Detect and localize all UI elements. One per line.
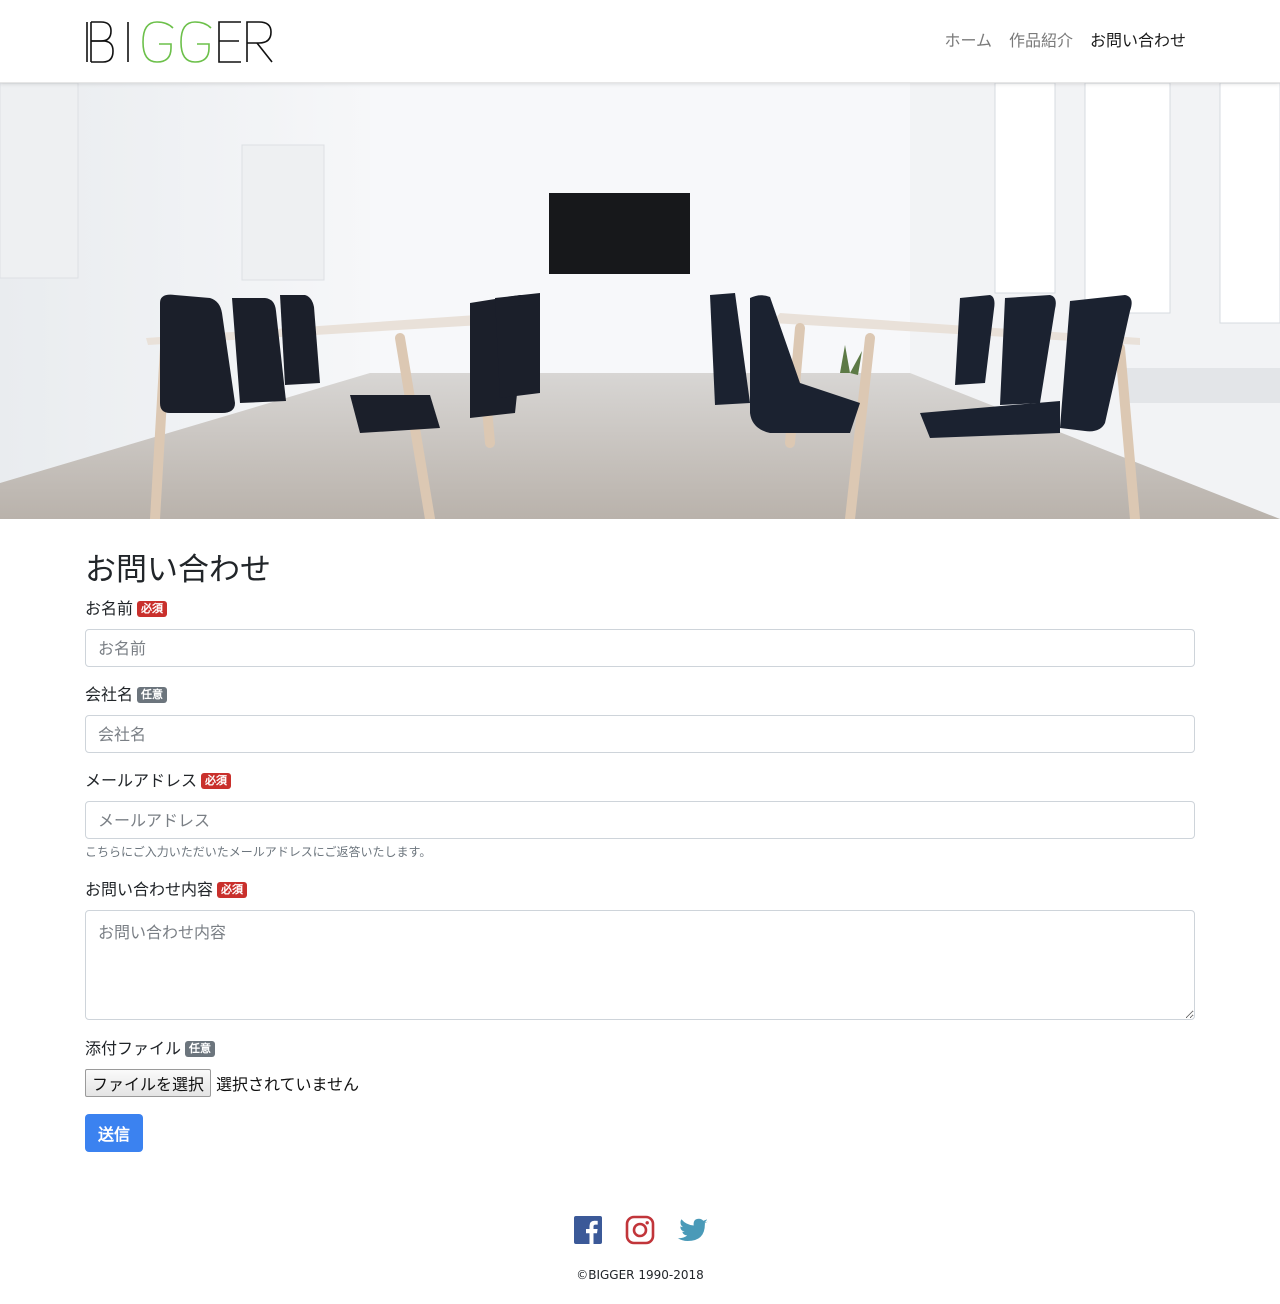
message-textarea[interactable] bbox=[85, 910, 1195, 1020]
message-label: お問い合わせ内容 必須 bbox=[85, 879, 248, 901]
nav-home[interactable]: ホーム bbox=[944, 30, 992, 52]
copyright: ©BIGGER 1990-2018 bbox=[576, 1268, 704, 1282]
required-badge: 必須 bbox=[217, 882, 248, 898]
submit-button[interactable]: 送信 bbox=[85, 1114, 144, 1152]
email-input[interactable] bbox=[85, 801, 1195, 839]
email-label: メールアドレス 必須 bbox=[85, 770, 232, 792]
name-label: お名前 必須 bbox=[85, 598, 168, 620]
hero-image bbox=[0, 83, 1280, 519]
facebook-icon[interactable] bbox=[573, 1215, 603, 1245]
optional-badge: 任意 bbox=[185, 1041, 216, 1057]
main-nav: ホーム 作品紹介 お問い合わせ bbox=[944, 30, 1186, 52]
file-input: ファイルを選択 選択されていません bbox=[85, 1069, 359, 1097]
company-label: 会社名 任意 bbox=[85, 684, 168, 706]
name-label-text: お名前 bbox=[85, 599, 134, 618]
site-header: ホーム 作品紹介 お問い合わせ bbox=[0, 0, 1280, 83]
file-status-text: 選択されていません bbox=[216, 1075, 360, 1094]
attachment-label: 添付ファイル 任意 bbox=[85, 1038, 216, 1060]
email-help-text: こちらにご入力いただいたメールアドレスにご返答いたします。 bbox=[85, 845, 432, 859]
nav-works[interactable]: 作品紹介 bbox=[1009, 30, 1073, 52]
logo[interactable] bbox=[85, 20, 275, 64]
name-input[interactable] bbox=[85, 629, 1195, 667]
choose-file-button[interactable]: ファイルを選択 bbox=[85, 1069, 212, 1097]
social-links bbox=[0, 1215, 1280, 1245]
conference-room-photo bbox=[0, 83, 1280, 519]
twitter-icon[interactable] bbox=[677, 1215, 708, 1245]
required-badge: 必須 bbox=[137, 601, 168, 617]
required-badge: 必須 bbox=[201, 773, 232, 789]
email-label-text: メールアドレス bbox=[85, 771, 198, 790]
company-input[interactable] bbox=[85, 715, 1195, 753]
page-title: お問い合わせ bbox=[85, 552, 271, 588]
instagram-icon[interactable] bbox=[625, 1215, 655, 1245]
nav-contact[interactable]: お問い合わせ bbox=[1090, 30, 1186, 52]
message-label-text: お問い合わせ内容 bbox=[85, 880, 214, 899]
bigger-logo bbox=[86, 21, 273, 63]
optional-badge: 任意 bbox=[137, 687, 168, 703]
company-label-text: 会社名 bbox=[85, 685, 134, 704]
attachment-label-text: 添付ファイル bbox=[85, 1039, 182, 1058]
